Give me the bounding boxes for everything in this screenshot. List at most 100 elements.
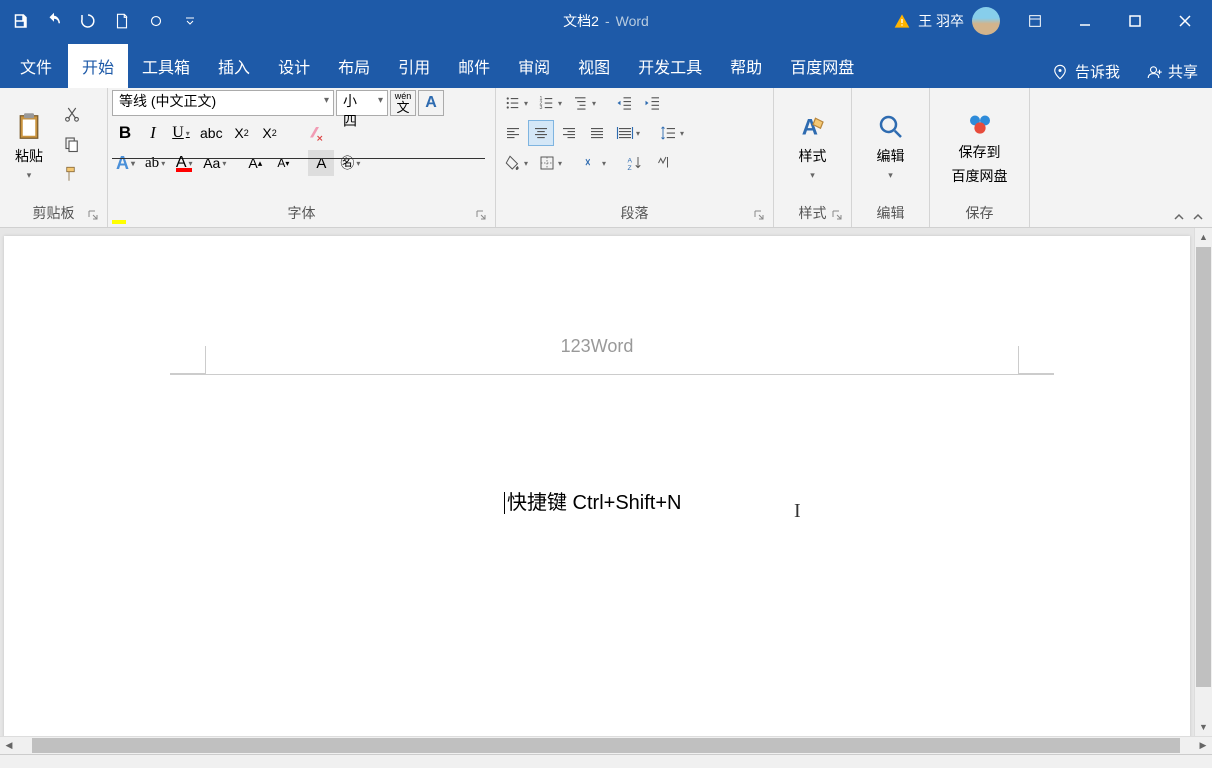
copy-button[interactable] — [58, 132, 86, 156]
justify-button[interactable] — [584, 120, 610, 146]
tab-home[interactable]: 开始 — [68, 44, 128, 88]
share-button[interactable]: 共享 — [1146, 61, 1198, 82]
svg-text:☓: ☓ — [585, 157, 591, 169]
editing-button[interactable]: 编辑 ▾ — [866, 94, 916, 199]
underline-button[interactable]: U — [168, 120, 194, 146]
tab-mailings[interactable]: 邮件 — [444, 44, 504, 88]
enclose-char-button[interactable]: ㊔ — [336, 150, 364, 176]
vertical-scrollbar[interactable]: ▲ ▼ — [1194, 228, 1212, 736]
tab-design[interactable]: 设计 — [264, 44, 324, 88]
redo-button[interactable] — [72, 5, 104, 37]
asian-layout-button[interactable]: ☓ — [578, 150, 610, 176]
font-launcher-icon[interactable] — [475, 209, 489, 223]
save-to-baidu-button[interactable]: 保存到 百度网盘 — [940, 94, 1020, 199]
maximize-button[interactable] — [1112, 0, 1158, 42]
clipboard-launcher-icon[interactable] — [87, 209, 101, 223]
multilevel-list-button[interactable] — [568, 90, 600, 116]
user-avatar[interactable] — [972, 7, 1000, 35]
font-color-button[interactable]: A — [171, 150, 197, 176]
shading-button[interactable] — [500, 150, 532, 176]
document-body-text[interactable]: 快捷键 Ctrl+Shift+N — [504, 486, 681, 515]
strikethrough-button[interactable]: abc — [196, 120, 227, 146]
superscript-button[interactable]: X2 — [257, 120, 283, 146]
scroll-down-button[interactable]: ▼ — [1195, 718, 1212, 736]
subscript-button[interactable]: X2 — [229, 120, 255, 146]
group-clipboard: 粘贴 ▾ 剪贴板 — [0, 88, 108, 227]
ribbon-options-button[interactable] — [1012, 0, 1058, 42]
tab-baidu[interactable]: 百度网盘 — [776, 44, 868, 88]
close-button[interactable] — [1162, 0, 1208, 42]
align-center-button[interactable] — [528, 120, 554, 146]
sort-button[interactable]: AZ — [622, 150, 648, 176]
vscroll-thumb[interactable] — [1196, 247, 1211, 687]
group-font-label: 字体 — [112, 199, 491, 227]
align-left-button[interactable] — [500, 120, 526, 146]
scroll-right-button[interactable]: ▶ — [1194, 737, 1212, 754]
tab-developer[interactable]: 开发工具 — [624, 44, 716, 88]
char-shading-button[interactable]: A — [308, 150, 334, 176]
user-name: 王 羽卒 — [918, 11, 964, 31]
styles-button[interactable]: A 样式 ▾ — [788, 94, 838, 199]
tab-insert[interactable]: 插入 — [204, 44, 264, 88]
tab-toolbox[interactable]: 工具箱 — [128, 44, 204, 88]
hscroll-thumb[interactable] — [32, 738, 1180, 753]
tab-view[interactable]: 视图 — [564, 44, 624, 88]
clear-formatting-button[interactable] — [303, 120, 329, 146]
show-marks-button[interactable] — [650, 150, 676, 176]
svg-text:Z: Z — [628, 165, 632, 172]
window-title: 文档2 - Word — [563, 11, 649, 31]
horizontal-scrollbar[interactable]: ◀ ▶ — [0, 736, 1212, 754]
borders-button[interactable] — [534, 150, 566, 176]
highlight-button[interactable]: ab — [141, 150, 169, 176]
distributed-button[interactable] — [612, 120, 644, 146]
save-button[interactable] — [4, 5, 36, 37]
group-save-label: 保存 — [934, 199, 1025, 227]
text-effects-button[interactable]: A — [112, 150, 139, 176]
align-right-button[interactable] — [556, 120, 582, 146]
minimize-button[interactable] — [1062, 0, 1108, 42]
phonetic-guide-button[interactable]: wén 文 — [390, 90, 416, 116]
bold-button[interactable]: B — [112, 120, 138, 146]
format-painter-button[interactable] — [58, 162, 86, 186]
margin-guide-top — [170, 374, 1054, 375]
save-line1: 保存到 — [959, 142, 1001, 162]
styles-launcher-icon[interactable] — [831, 209, 845, 223]
font-name-select[interactable]: 等线 (中文正文) — [112, 90, 334, 116]
paste-button[interactable]: 粘贴 ▾ — [4, 94, 54, 199]
italic-button[interactable]: I — [140, 120, 166, 146]
increase-indent-button[interactable] — [640, 90, 666, 116]
scroll-up-button[interactable]: ▲ — [1195, 228, 1212, 246]
document-scroll[interactable]: 123Word 快捷键 Ctrl+Shift+N I — [0, 228, 1194, 736]
styles-label: 样式 — [799, 146, 827, 166]
qat-customize-button[interactable] — [174, 5, 206, 37]
font-size-select[interactable]: 小四 — [336, 90, 388, 116]
group-paragraph: 123 ☓ AZ — [496, 88, 774, 227]
shrink-font-button[interactable]: A▾ — [270, 150, 296, 176]
grow-font-button[interactable]: A▴ — [242, 150, 268, 176]
editing-label: 编辑 — [877, 146, 905, 166]
hscroll-track[interactable] — [18, 737, 1194, 754]
new-doc-button[interactable] — [106, 5, 138, 37]
ribbon: 粘贴 ▾ 剪贴板 等线 (中文正文) — [0, 88, 1212, 228]
tab-review[interactable]: 审阅 — [504, 44, 564, 88]
page[interactable]: 123Word 快捷键 Ctrl+Shift+N I — [4, 236, 1190, 736]
scroll-left-button[interactable]: ◀ — [0, 737, 18, 754]
bullets-button[interactable] — [500, 90, 532, 116]
touch-mode-button[interactable] — [140, 5, 172, 37]
tab-layout[interactable]: 布局 — [324, 44, 384, 88]
numbering-button[interactable]: 123 — [534, 90, 566, 116]
undo-button[interactable] — [38, 5, 70, 37]
collapse-ribbon-chevron[interactable] — [1188, 207, 1208, 227]
ribbon-tabs: 文件 开始 工具箱 插入 设计 布局 引用 邮件 审阅 视图 开发工具 帮助 百… — [0, 42, 1212, 88]
tell-me-search[interactable]: 告诉我 — [1051, 61, 1120, 82]
change-case-button[interactable]: Aa — [199, 150, 230, 176]
tab-references[interactable]: 引用 — [384, 44, 444, 88]
line-spacing-button[interactable] — [656, 120, 688, 146]
tab-help[interactable]: 帮助 — [716, 44, 776, 88]
paragraph-launcher-icon[interactable] — [753, 209, 767, 223]
char-border-button[interactable]: A — [418, 90, 444, 116]
document-area: 123Word 快捷键 Ctrl+Shift+N I ▲ ▼ — [0, 228, 1212, 736]
cut-button[interactable] — [58, 102, 86, 126]
tab-file[interactable]: 文件 — [4, 44, 68, 88]
decrease-indent-button[interactable] — [612, 90, 638, 116]
